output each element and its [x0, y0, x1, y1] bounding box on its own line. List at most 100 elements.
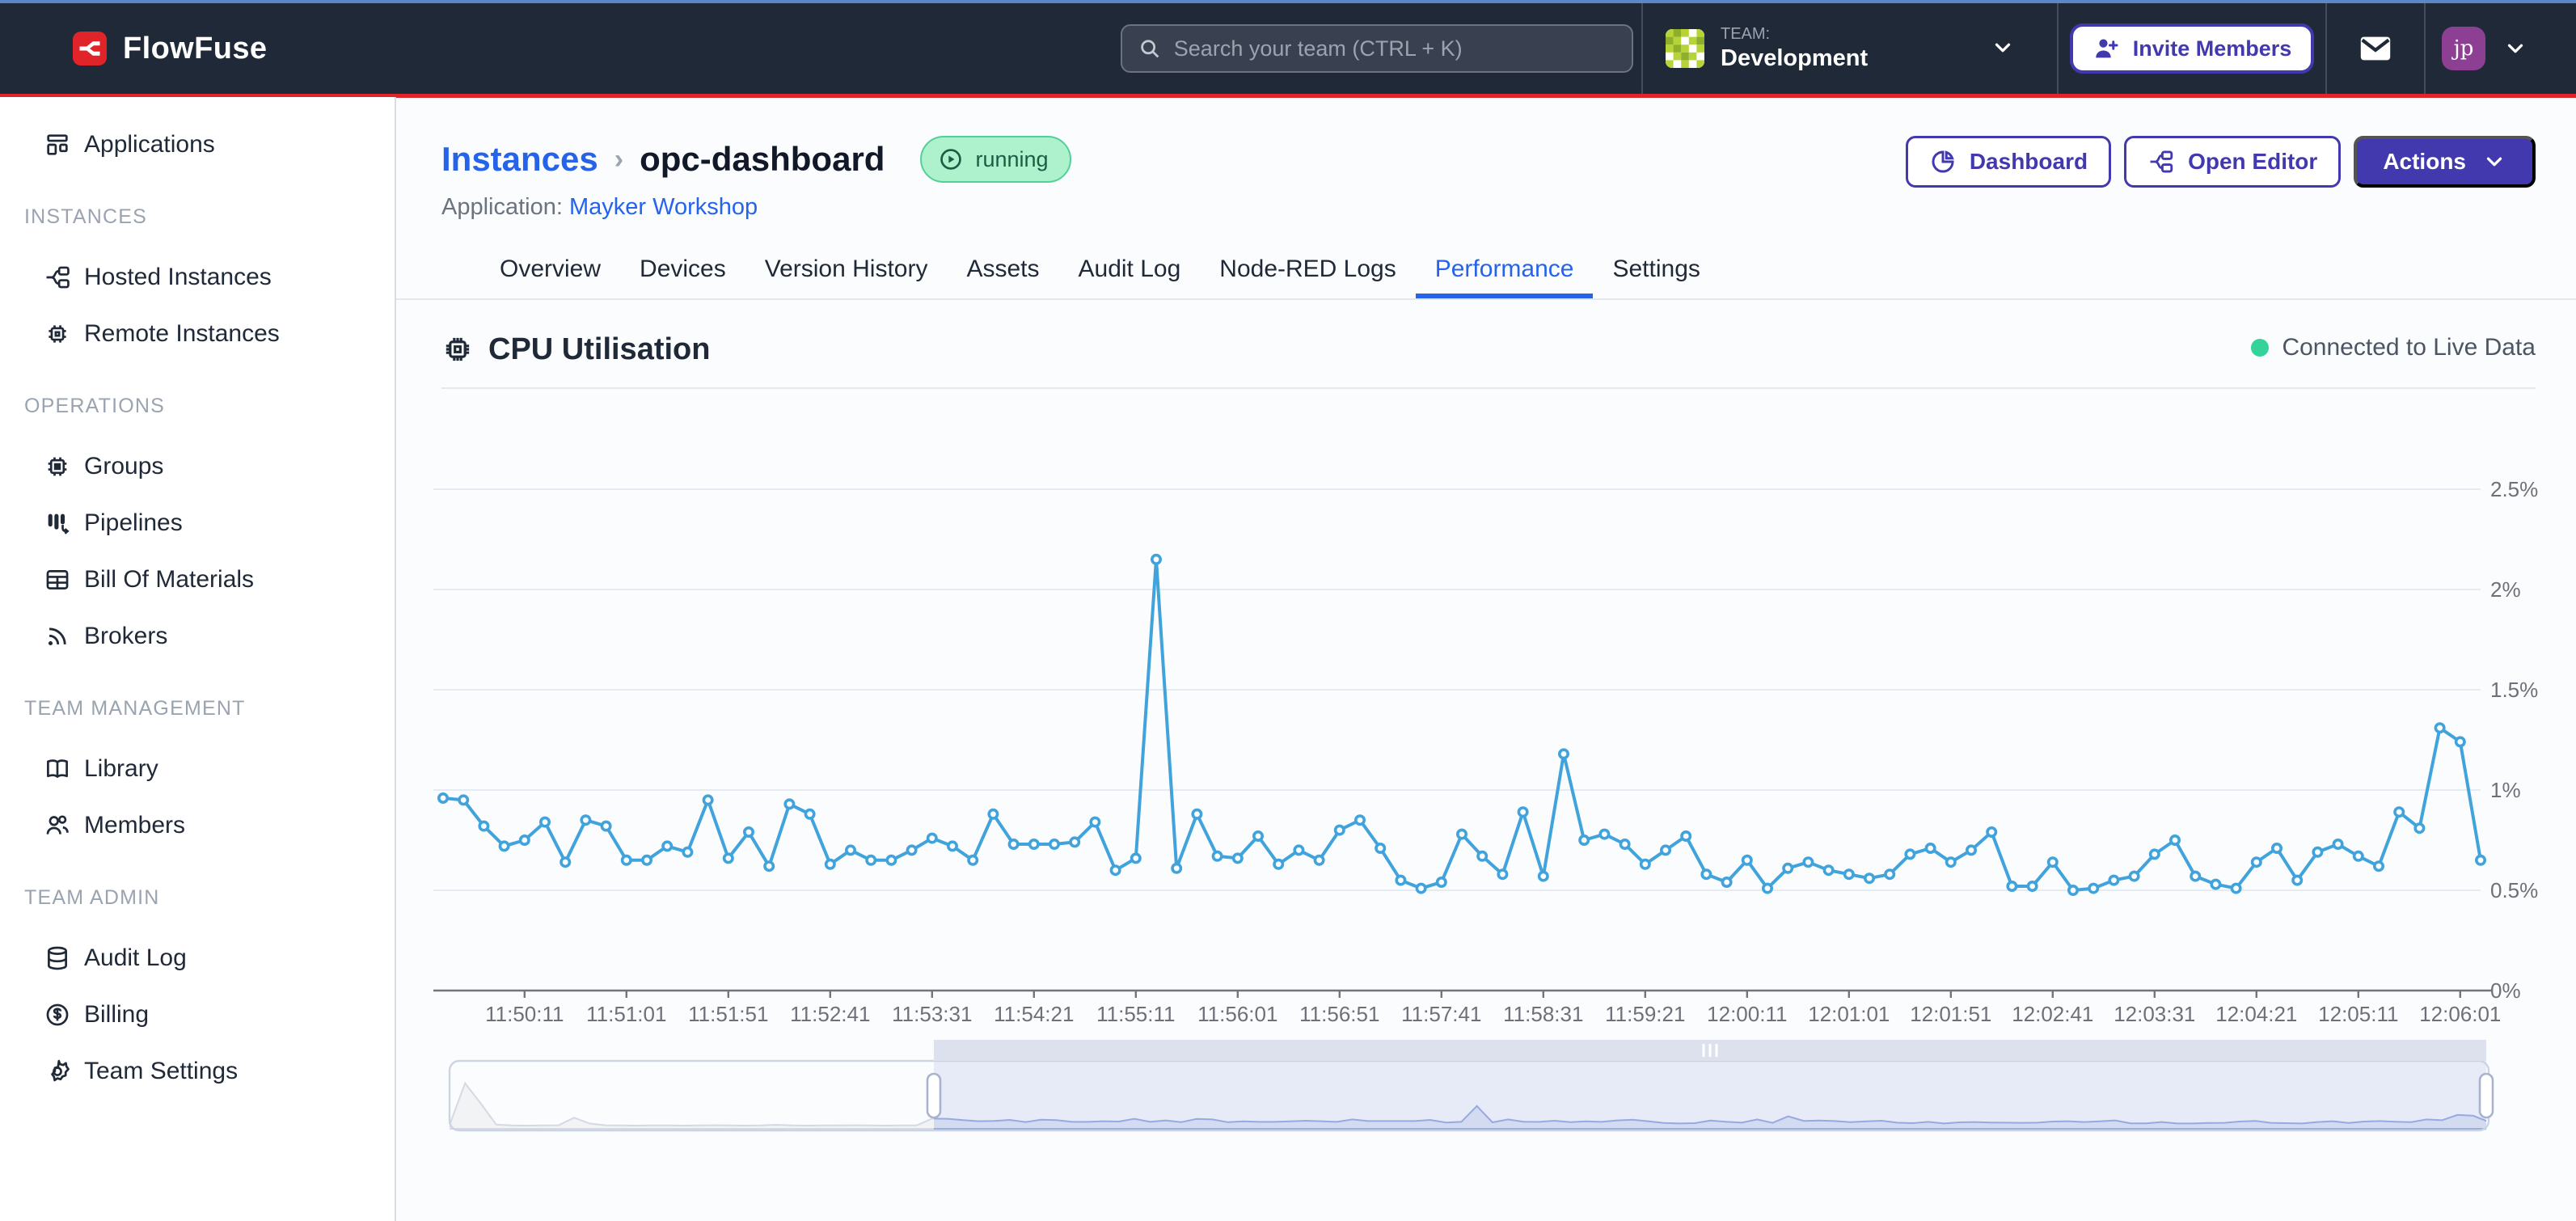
- database-icon: [44, 944, 71, 972]
- x-axis-label: 12:06:01: [2419, 1002, 2501, 1026]
- tab-audit-log[interactable]: Audit Log: [1059, 245, 1201, 298]
- notifications-button[interactable]: [2327, 3, 2424, 94]
- y-axis-label: 1.5%: [2490, 678, 2538, 702]
- sidebar-item-brokers[interactable]: Brokers: [0, 608, 395, 665]
- gear-icon: [44, 1058, 71, 1085]
- flowfuse-logo[interactable]: FlowFuse: [73, 32, 267, 66]
- team-avatar: [1666, 29, 1704, 68]
- x-axis-label: 11:56:51: [1299, 1002, 1379, 1026]
- tab-devices[interactable]: Devices: [620, 245, 745, 298]
- sidebar-item-billing[interactable]: Billing: [0, 987, 395, 1043]
- sidebar-item-label: Applications: [84, 131, 215, 158]
- application-link[interactable]: Mayker Workshop: [569, 194, 758, 220]
- sidebar-item-label: Team Settings: [84, 1058, 238, 1085]
- sidebar-item-label: Audit Log: [84, 944, 187, 972]
- team-selector[interactable]: TEAM: Development: [1643, 3, 2057, 94]
- top-navbar: FlowFuse TEAM: Development: [0, 3, 2576, 94]
- breadcrumb-chevron-icon: ›: [614, 144, 623, 175]
- dashboard-button[interactable]: Dashboard: [1906, 136, 2111, 188]
- x-axis-label: 12:01:51: [1910, 1002, 1991, 1026]
- invite-user-icon: [2092, 35, 2120, 62]
- tab-performance[interactable]: Performance: [1416, 245, 1594, 298]
- sidebar-section-operations: OPERATIONS: [0, 388, 395, 424]
- x-axis-label: 11:59:21: [1605, 1002, 1685, 1026]
- x-axis-label: 12:04:21: [2215, 1002, 2297, 1026]
- chevron-down-icon: [2503, 36, 2527, 61]
- node-editor-icon: [2147, 148, 2175, 175]
- x-axis-label: 12:00:11: [1707, 1002, 1787, 1026]
- y-axis-label: 1%: [2490, 778, 2521, 802]
- status-badge: running: [920, 136, 1071, 183]
- sidebar-item-bill-of-materials[interactable]: Bill Of Materials: [0, 551, 395, 608]
- main-content: Instances › opc-dashboard running Applic…: [396, 97, 2576, 1221]
- sidebar-item-label: Hosted Instances: [84, 264, 272, 291]
- sidebar-item-groups[interactable]: Groups: [0, 438, 395, 495]
- search-icon: [1138, 36, 1161, 61]
- status-text: running: [975, 147, 1048, 172]
- navigator-handle[interactable]: [2480, 1074, 2493, 1117]
- sidebar-item-library[interactable]: Library: [0, 741, 395, 797]
- play-circle-icon: [938, 146, 964, 172]
- x-axis-label: 11:50:11: [485, 1002, 564, 1026]
- pipelines-icon: [44, 509, 71, 537]
- x-axis-label: 11:51:01: [586, 1002, 666, 1026]
- live-data-text: Connected to Live Data: [2282, 334, 2536, 361]
- x-axis-label: 11:51:51: [688, 1002, 768, 1026]
- x-axis-label: 11:53:31: [892, 1002, 972, 1026]
- chevron-down-icon: [2482, 150, 2506, 174]
- x-axis-label: 12:05:11: [2318, 1002, 2398, 1026]
- x-axis-label: 12:01:01: [1808, 1002, 1890, 1026]
- breadcrumb-instances-link[interactable]: Instances: [441, 140, 598, 179]
- instance-name: opc-dashboard: [640, 140, 885, 179]
- cpu-icon: [441, 333, 474, 365]
- team-search[interactable]: [1121, 24, 1633, 73]
- invite-members-label: Invite Members: [2133, 36, 2292, 61]
- sidebar-item-hosted-instances[interactable]: Hosted Instances: [0, 249, 395, 306]
- brand-name: FlowFuse: [123, 32, 267, 66]
- sidebar: ApplicationsINSTANCESHosted InstancesRem…: [0, 97, 396, 1221]
- open-editor-button[interactable]: Open Editor: [2124, 136, 2341, 188]
- live-data-status: Connected to Live Data: [2251, 334, 2536, 361]
- tab-overview[interactable]: Overview: [480, 245, 620, 298]
- actions-label: Actions: [2383, 149, 2466, 175]
- sidebar-item-team-settings[interactable]: Team Settings: [0, 1043, 395, 1100]
- open-editor-label: Open Editor: [2188, 149, 2317, 175]
- actions-button[interactable]: Actions: [2354, 136, 2536, 188]
- sidebar-item-remote-instances[interactable]: Remote Instances: [0, 306, 395, 362]
- navigator-handle[interactable]: [927, 1074, 940, 1117]
- sidebar-item-pipelines[interactable]: Pipelines: [0, 495, 395, 551]
- x-axis-label: 12:02:41: [2012, 1002, 2093, 1026]
- x-axis-label: 11:58:31: [1503, 1002, 1583, 1026]
- tab-assets[interactable]: Assets: [947, 245, 1058, 298]
- sidebar-item-label: Members: [84, 812, 185, 839]
- y-axis-label: 2.5%: [2490, 477, 2538, 501]
- x-axis-label: 12:03:31: [2114, 1002, 2195, 1026]
- dollar-icon: [44, 1001, 71, 1029]
- tab-node-red-logs[interactable]: Node-RED Logs: [1200, 245, 1415, 298]
- sidebar-item-members[interactable]: Members: [0, 797, 395, 854]
- sidebar-item-applications[interactable]: Applications: [0, 116, 395, 173]
- cpu-utilisation-chart: 0%0.5%1%1.5%2%2.5%11:50:1111:51:0111:51:…: [420, 382, 2576, 1150]
- x-axis-label: 11:56:01: [1197, 1002, 1277, 1026]
- sidebar-item-audit-log[interactable]: Audit Log: [0, 930, 395, 987]
- y-axis-label: 2%: [2490, 577, 2521, 602]
- x-axis-label: 11:54:21: [994, 1002, 1074, 1026]
- panel-title: CPU Utilisation: [441, 332, 710, 387]
- pie-chart-icon: [1929, 148, 1957, 175]
- flowfuse-app: FlowFuse TEAM: Development: [0, 0, 2576, 1221]
- sidebar-item-label: Bill Of Materials: [84, 566, 254, 594]
- tab-settings[interactable]: Settings: [1593, 245, 1719, 298]
- mail-icon: [2357, 30, 2394, 67]
- tab-version-history[interactable]: Version History: [745, 245, 948, 298]
- search-input[interactable]: [1174, 36, 1615, 61]
- user-menu[interactable]: jp: [2426, 3, 2576, 94]
- invite-members-button[interactable]: Invite Members: [2070, 23, 2315, 74]
- dashboard-label: Dashboard: [1970, 149, 2088, 175]
- applications-icon: [44, 131, 71, 158]
- sidebar-item-label: Library: [84, 755, 158, 783]
- application-row: Application: Mayker Workshop: [441, 194, 2536, 221]
- table-icon: [44, 566, 71, 594]
- application-label: Application:: [441, 194, 563, 220]
- user-avatar: jp: [2442, 27, 2485, 70]
- chip2-icon: [44, 453, 71, 480]
